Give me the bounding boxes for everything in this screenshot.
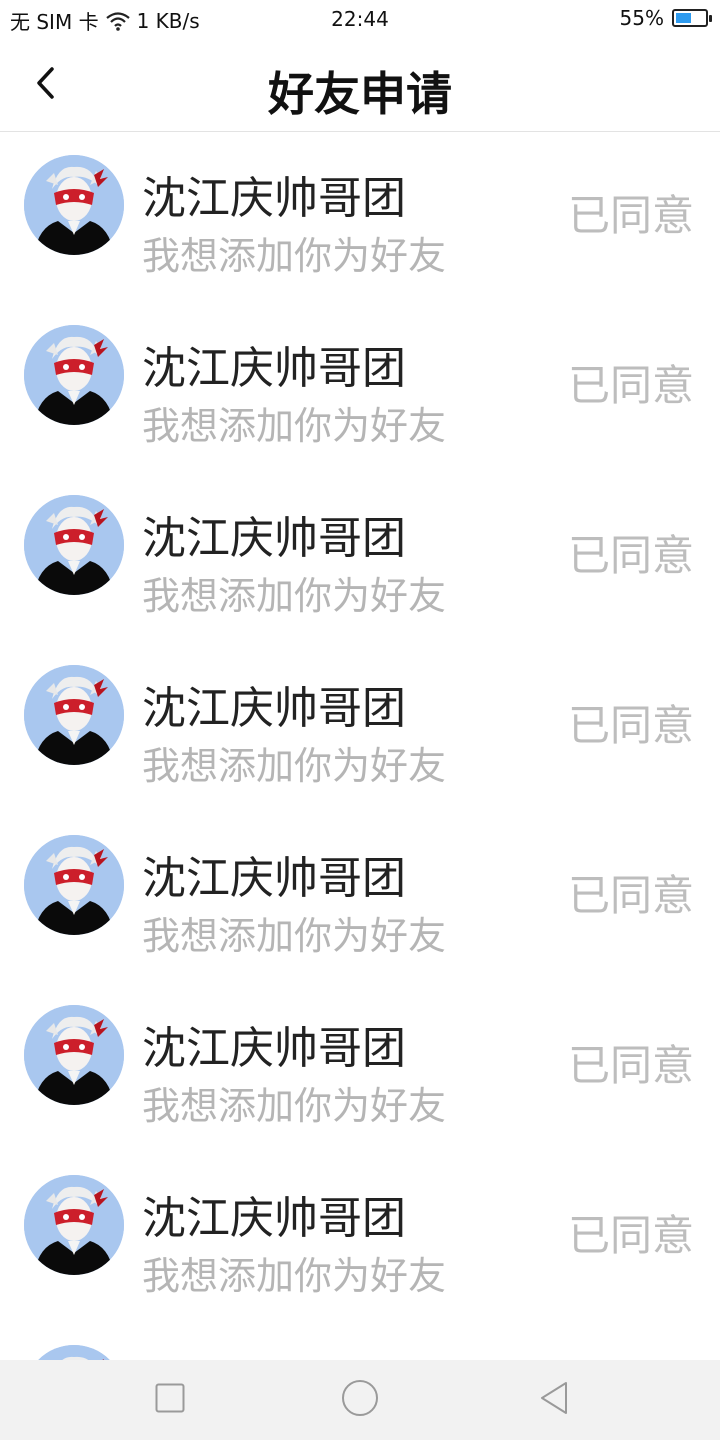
status-right: 55% (619, 6, 712, 30)
friend-request-row[interactable]: 沈江庆帅哥团 我想添加你为好友 已同意 (0, 302, 720, 472)
avatar-image (24, 1345, 124, 1360)
friend-request-row[interactable]: 沈江庆帅哥团 我想添加你为好友 已同意 (0, 982, 720, 1152)
request-status: 已同意 (567, 191, 694, 240)
requester-name: 沈江庆帅哥团 (142, 1023, 406, 1074)
friend-request-row[interactable]: 沈江庆帅哥团 我想添加你为好友 已同意 (0, 1322, 720, 1360)
request-message: 我想添加你为好友 (142, 404, 447, 448)
avatar[interactable] (24, 1005, 124, 1105)
friend-request-row[interactable]: 沈江庆帅哥团 我想添加你为好友 已同意 (0, 812, 720, 982)
system-navigation-bar (0, 1360, 720, 1440)
request-status: 已同意 (567, 1041, 694, 1090)
requester-name: 沈江庆帅哥团 (142, 343, 406, 394)
square-icon (155, 1383, 185, 1417)
header: 好友申请 (0, 38, 720, 132)
request-message: 我想添加你为好友 (142, 1254, 447, 1298)
friend-request-row[interactable]: 沈江庆帅哥团 我想添加你为好友 已同意 (0, 472, 720, 642)
request-message: 我想添加你为好友 (142, 1084, 447, 1128)
request-message: 我想添加你为好友 (142, 234, 447, 278)
avatar-image (24, 665, 124, 765)
request-message: 我想添加你为好友 (142, 574, 447, 618)
requester-name: 沈江庆帅哥团 (142, 1193, 406, 1244)
avatar[interactable] (24, 325, 124, 425)
friend-request-row[interactable]: 沈江庆帅哥团 我想添加你为好友 已同意 (0, 1152, 720, 1322)
requester-name: 沈江庆帅哥团 (142, 853, 406, 904)
page-title: 好友申请 (268, 67, 452, 121)
home-button[interactable] (338, 1378, 382, 1422)
avatar[interactable] (24, 155, 124, 255)
avatar-image (24, 495, 124, 595)
avatar-image (24, 835, 124, 935)
avatar[interactable] (24, 665, 124, 765)
avatar[interactable] (24, 1345, 124, 1360)
avatar-image (24, 1005, 124, 1105)
avatar[interactable] (24, 835, 124, 935)
requester-name: 沈江庆帅哥团 (142, 1352, 406, 1360)
battery-tip (709, 15, 712, 22)
system-back-button[interactable] (532, 1378, 576, 1422)
avatar[interactable] (24, 1175, 124, 1275)
avatar[interactable] (24, 495, 124, 595)
requester-name: 沈江庆帅哥团 (142, 683, 406, 734)
request-status: 已同意 (567, 361, 694, 410)
battery-percent: 55% (619, 6, 664, 30)
status-time: 22:44 (331, 7, 389, 31)
battery-icon (672, 9, 712, 27)
request-message: 我想添加你为好友 (142, 914, 447, 958)
friend-request-row[interactable]: 沈江庆帅哥团 我想添加你为好友 已同意 (0, 642, 720, 812)
friend-request-list[interactable]: 沈江庆帅哥团 我想添加你为好友 已同意 沈江庆帅哥团 我想添加你为好友 已同意 (0, 132, 720, 1360)
status-bar: 无 SIM 卡 1 KB/s 22:44 55% (0, 0, 720, 38)
requester-name: 沈江庆帅哥团 (142, 173, 406, 224)
request-status: 已同意 (567, 531, 694, 580)
requester-name: 沈江庆帅哥团 (142, 513, 406, 564)
triangle-back-icon (538, 1381, 570, 1419)
request-message: 我想添加你为好友 (142, 744, 447, 788)
battery-fill (676, 13, 691, 23)
avatar-image (24, 1175, 124, 1275)
request-status: 已同意 (567, 871, 694, 920)
recent-apps-button[interactable] (148, 1378, 192, 1422)
avatar-image (24, 155, 124, 255)
avatar-image (24, 325, 124, 425)
request-status: 已同意 (567, 1211, 694, 1260)
circle-icon (341, 1379, 379, 1421)
friend-request-row[interactable]: 沈江庆帅哥团 我想添加你为好友 已同意 (0, 132, 720, 302)
request-status: 已同意 (567, 701, 694, 750)
